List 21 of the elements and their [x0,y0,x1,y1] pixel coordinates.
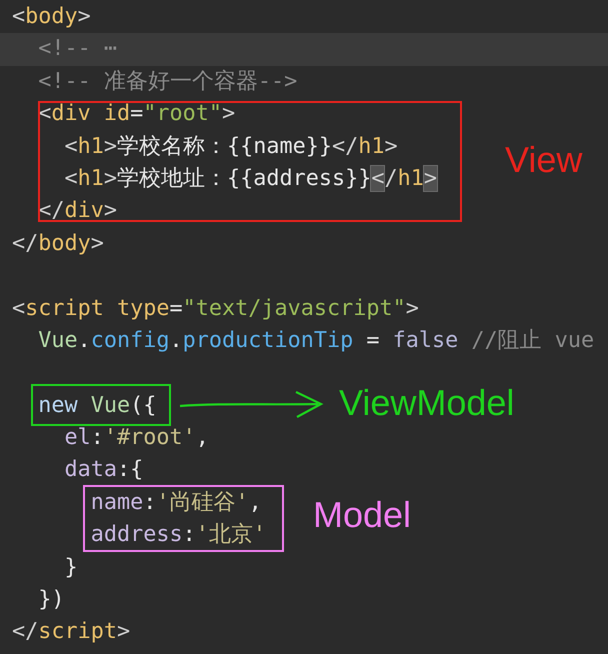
code-line: }) [37,586,64,614]
code-line: </div> [37,197,117,226]
code-line: </body> [12,230,104,258]
code-line: data:{ [63,456,144,484]
code-line: address:'北京' [90,521,266,550]
code-line: name:'尚硅谷', [90,488,262,517]
annotation-label: View [505,140,582,180]
code-line: Vue.config.productionTip = false //阻止 vue [37,326,594,355]
code-line: } [63,554,78,582]
code-line: el:'#root', [63,424,209,452]
annotation-label: Model [313,495,412,535]
code-line: <script type="text/javascript"> [12,294,419,323]
code-line: <div id="root"> [37,100,236,128]
code-line: <h1>学校名称：{{name}}</h1> [63,132,398,161]
code-line: <body> [12,3,91,31]
code-line: <!-- ⋯ [37,35,117,64]
annotation-label: ViewModel [339,383,514,423]
code-line: <!-- 准备好一个容器--> [37,68,298,96]
code-line: new Vue({ [37,392,156,420]
code-line: </script> [12,618,130,646]
code-line: <h1>学校地址：{{address}}</h1> [63,164,437,193]
